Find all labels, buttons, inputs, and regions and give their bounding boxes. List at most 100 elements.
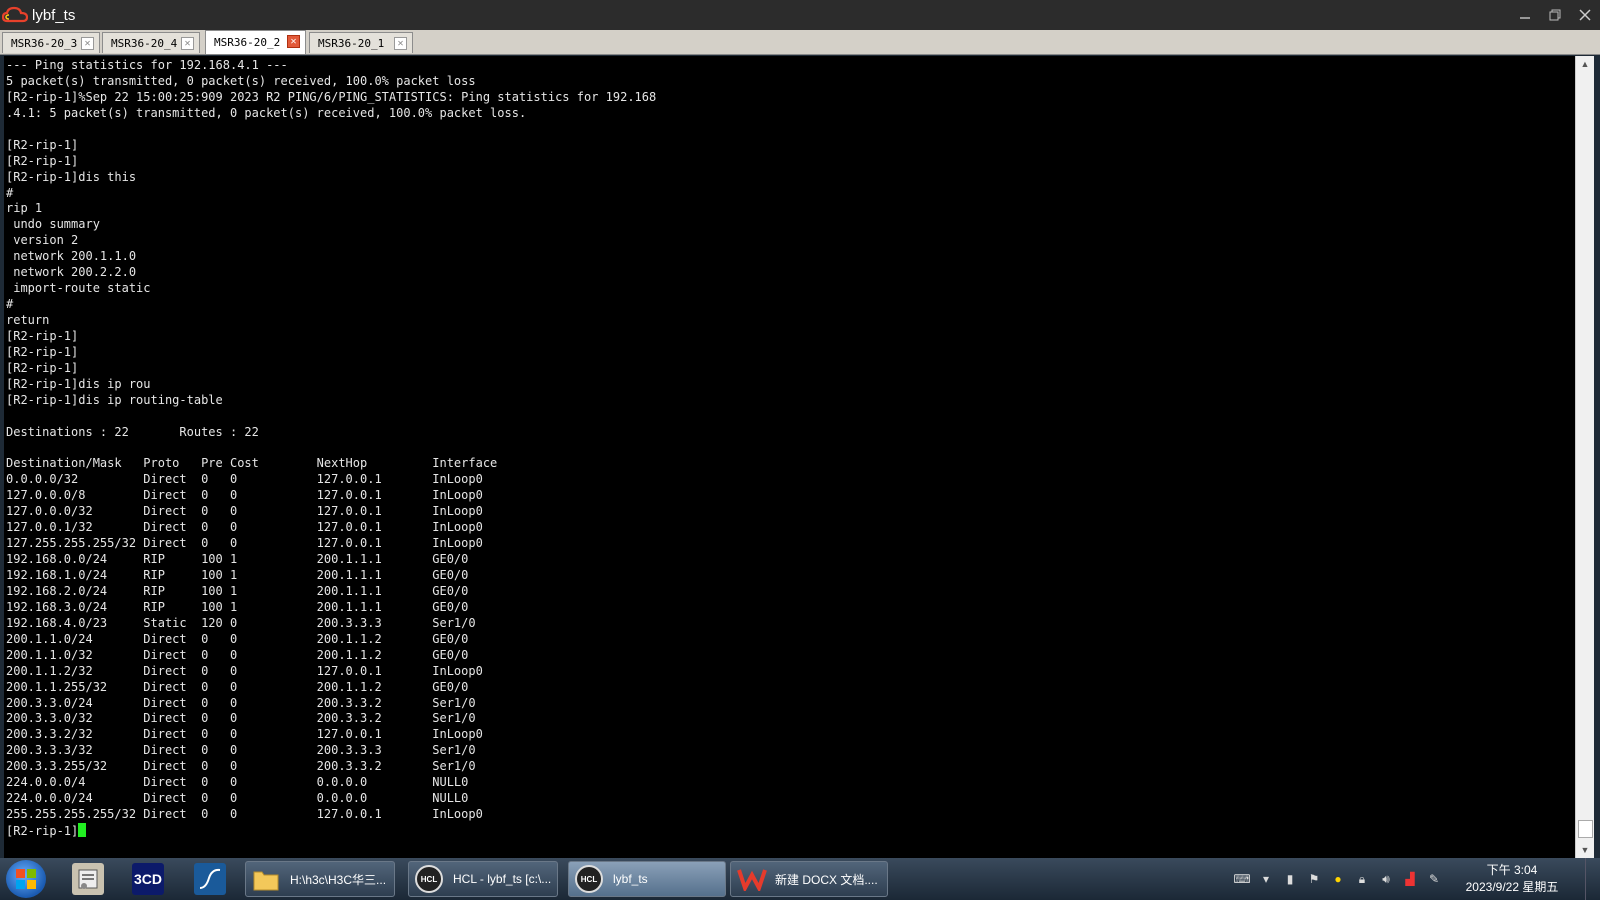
lock-icon[interactable]: 🔒︎ (1354, 871, 1370, 887)
terminal-line: 255.255.255.255/32 Direct 0 0 127.0.0.1 … (6, 807, 483, 822)
tab-close-icon[interactable]: ✕ (81, 37, 94, 50)
terminal-line: --- Ping statistics for 192.168.4.1 --- (6, 58, 288, 72)
terminal-line: version 2 (6, 233, 79, 248)
title-bar: lybf_ts (0, 0, 1600, 30)
hcl-icon: HCL (575, 865, 603, 893)
tab-msr36-20-2[interactable]: MSR36-20_2 ✕ (205, 30, 306, 54)
taskbar-item-lybf-ts[interactable]: HCL lybf_ts (568, 861, 726, 897)
wps-icon (737, 869, 767, 891)
terminal-line: 200.3.3.3/32 Direct 0 0 200.3.3.3 Ser1/0 (6, 743, 476, 758)
terminal-line: 224.0.0.0/4 Direct 0 0 0.0.0.0 NULL0 (6, 775, 469, 790)
taskbar-item-wps[interactable]: 新建 DOCX 文档.... (730, 861, 888, 897)
terminal-line: 200.3.3.0/32 Direct 0 0 200.3.3.2 Ser1/0 (6, 711, 476, 726)
terminal-line: [R2-rip-1] (6, 153, 79, 168)
terminal-line: 200.1.1.0/24 Direct 0 0 200.1.1.2 GE0/0 (6, 631, 469, 646)
terminal-line: 192.168.0.0/24 RIP 100 1 200.1.1.1 GE0/0 (6, 552, 469, 567)
terminal-line: 200.3.3.255/32 Direct 0 0 200.3.3.2 Ser1… (6, 759, 476, 774)
terminal-line: 192.168.4.0/23 Static 120 0 200.3.3.3 Se… (6, 615, 476, 630)
tab-close-icon[interactable]: ✕ (181, 37, 194, 50)
terminal-line: 127.0.0.1/32 Direct 0 0 127.0.0.1 InLoop… (6, 520, 483, 535)
clock-time: 下午 3:04 (1486, 863, 1538, 877)
terminal-line: network 200.1.1.0 (6, 249, 137, 264)
terminal-scrollbar[interactable]: ▲ ▼ (1575, 56, 1594, 858)
windows-logo-icon (16, 869, 36, 889)
terminal-line: 224.0.0.0/24 Direct 0 0 0.0.0.0 NULL0 (6, 791, 469, 806)
taskbar-item-folder[interactable]: H:\h3c\H3C华三... (245, 861, 395, 897)
tab-label: MSR36-20_1 (318, 36, 385, 50)
tab-label: MSR36-20_2 (214, 36, 281, 49)
terminal-line: 192.168.3.0/24 RIP 100 1 200.1.1.1 GE0/0 (6, 599, 469, 614)
terminal-line: [R2-rip-1]dis ip rou (6, 376, 151, 391)
start-button[interactable] (6, 860, 46, 898)
keyboard-icon[interactable]: ⌨ (1233, 871, 1250, 887)
terminal-line: 5 packet(s) transmitted, 0 packet(s) rec… (6, 73, 476, 88)
taskbar-item-hcl[interactable]: HCL HCL - lybf_ts [c:\... (408, 861, 558, 897)
tab-label: MSR36-20_3 (11, 36, 78, 50)
security-shield-icon[interactable]: ● (1330, 871, 1346, 887)
terminal-line: 200.1.1.2/32 Direct 0 0 127.0.0.1 InLoop… (6, 663, 483, 678)
terminal-line: 192.168.1.0/24 RIP 100 1 200.1.1.1 GE0/0 (6, 568, 469, 582)
restore-button[interactable] (1540, 0, 1570, 30)
minimize-icon (1520, 17, 1530, 19)
terminal-prompt-line[interactable]: [R2-rip-1] (6, 823, 1578, 839)
terminal-line: 127.255.255.255/32 Direct 0 0 127.0.0.1 … (6, 536, 483, 551)
wireshark-icon[interactable] (194, 863, 226, 895)
terminal-line: [R2-rip-1]%Sep 22 15:00:25:909 2023 R2 P… (6, 89, 657, 104)
terminal-line: [R2-rip-1] (6, 360, 79, 375)
signal-icon[interactable]: ▟ (1402, 871, 1418, 887)
tab-label: MSR36-20_4 (111, 36, 178, 50)
input-method-icon[interactable]: ✎ (1426, 871, 1442, 887)
close-button[interactable] (1570, 0, 1600, 30)
taskbar-item-label: HCL - lybf_ts [c:\... (453, 872, 552, 886)
battery-icon[interactable]: ▮ (1282, 871, 1298, 887)
terminal-line: [R2-rip-1]dis this (6, 169, 137, 184)
tab-msr36-20-3[interactable]: MSR36-20_3 ✕ (2, 32, 100, 53)
restore-icon (1549, 9, 1561, 21)
terminal-line: network 200.2.2.0 (6, 265, 137, 280)
tray-expand-icon[interactable]: ▾ (1258, 871, 1274, 887)
tab-close-icon[interactable]: ✕ (287, 35, 300, 48)
scroll-up-icon[interactable]: ▲ (1576, 56, 1594, 72)
tab-msr36-20-4[interactable]: MSR36-20_4 ✕ (102, 32, 200, 53)
tab-close-icon[interactable]: ✕ (394, 37, 407, 50)
terminal-line: [R2-rip-1] (6, 328, 79, 343)
terminal-line: .4.1: 5 packet(s) transmitted, 0 packet(… (6, 105, 527, 120)
window-title: lybf_ts (32, 6, 76, 24)
terminal-cursor (78, 823, 87, 837)
scrollbar-thumb[interactable] (1578, 820, 1593, 838)
taskbar-item-label: H:\h3c\H3C华三... (290, 872, 387, 887)
taskbar-item-label: 新建 DOCX 文档.... (775, 872, 878, 887)
minimize-button[interactable] (1510, 0, 1540, 30)
3cd-icon[interactable]: 3CD (132, 863, 164, 895)
file-manager-icon[interactable] (72, 863, 104, 895)
tab-strip: MSR36-20_3 ✕ MSR36-20_4 ✕ MSR36-20_2 ✕ M… (0, 30, 1600, 55)
terminal-line: [R2-rip-1] (6, 137, 79, 152)
terminal-line: # (6, 297, 14, 312)
terminal-line: Destination/Mask Proto Pre Cost NextHop … (6, 456, 498, 471)
close-icon (1579, 9, 1591, 21)
terminal-line: undo summary (6, 217, 100, 232)
taskbar-clock[interactable]: 下午 3:04 2023/9/22 星期五 (1452, 862, 1572, 896)
show-desktop-button[interactable] (1585, 858, 1600, 900)
hcl-icon: HCL (415, 865, 443, 893)
terminal-line: 200.3.3.2/32 Direct 0 0 127.0.0.1 InLoop… (6, 727, 483, 742)
hcl-cloud-logo-icon (2, 6, 28, 23)
network-status-icon[interactable]: ⚑ (1306, 871, 1322, 887)
terminal-line: 127.0.0.0/32 Direct 0 0 127.0.0.1 InLoop… (6, 504, 483, 519)
volume-icon[interactable]: 🔊︎ (1378, 871, 1394, 887)
terminal-console[interactable]: --- Ping statistics for 192.168.4.1 --- 5… (4, 56, 1578, 858)
terminal-line: rip 1 (6, 201, 43, 216)
terminal-line: 0.0.0.0/32 Direct 0 0 127.0.0.1 InLoop0 (6, 472, 483, 487)
terminal-line: # (6, 185, 14, 200)
tab-msr36-20-1[interactable]: MSR36-20_1 ✕ (309, 32, 413, 53)
taskbar: 3CD H:\h3c\H3C华三... HCL HCL - lybf_ts [c… (0, 858, 1600, 900)
terminal-line: 127.0.0.0/8 Direct 0 0 127.0.0.1 InLoop0 (6, 488, 483, 503)
terminal-output: --- Ping statistics for 192.168.4.1 --- 5… (4, 56, 1578, 839)
clock-date: 2023/9/22 星期五 (1465, 880, 1559, 894)
terminal-line: Destinations : 22 Routes : 22 (6, 424, 259, 439)
terminal-prompt: [R2-rip-1] (6, 824, 79, 838)
scroll-down-icon[interactable]: ▼ (1576, 842, 1594, 858)
